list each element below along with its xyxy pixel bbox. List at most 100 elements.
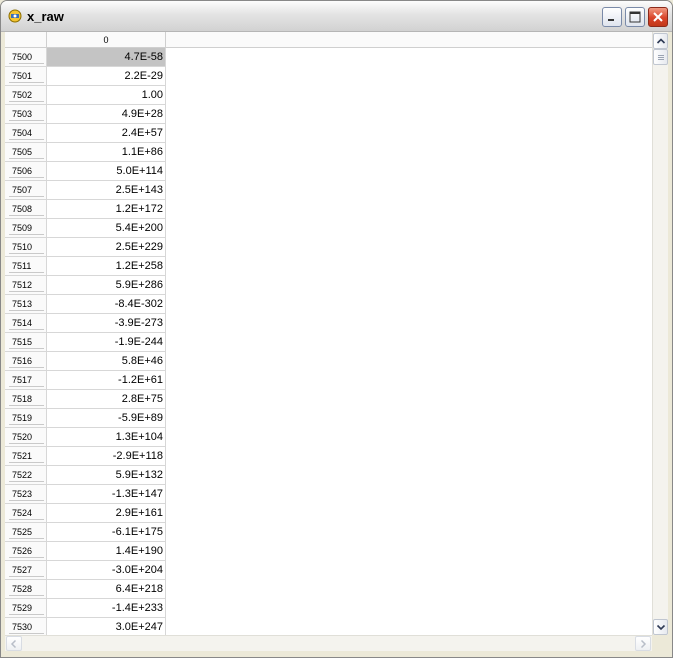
table-row[interactable]: 7505 1.1E+86 (5, 143, 166, 162)
grid-cell[interactable]: 5.9E+132 (47, 466, 166, 485)
grid-cell[interactable]: 5.0E+114 (47, 162, 166, 181)
row-header[interactable]: 7510 (5, 238, 47, 257)
row-header[interactable]: 7525 (5, 523, 47, 542)
row-header[interactable]: 7513 (5, 295, 47, 314)
table-row[interactable]: 7515 -1.9E-244 (5, 333, 166, 352)
data-grid[interactable]: 0 7500 4.7E-58 7501 2.2E-29 7502 1.00 7503 4.9E… (5, 32, 652, 635)
scroll-down-button[interactable] (653, 619, 668, 635)
maximize-button[interactable] (625, 7, 645, 27)
minimize-button[interactable] (602, 7, 622, 27)
grid-cell[interactable]: -6.1E+175 (47, 523, 166, 542)
grid-cell[interactable]: 1.3E+104 (47, 428, 166, 447)
grid-cell[interactable]: 1.2E+258 (47, 257, 166, 276)
table-row[interactable]: 7529 -1.4E+233 (5, 599, 166, 618)
row-header[interactable]: 7503 (5, 105, 47, 124)
table-row[interactable]: 7510 2.5E+229 (5, 238, 166, 257)
row-header[interactable]: 7522 (5, 466, 47, 485)
row-header[interactable]: 7500 (5, 48, 47, 67)
table-row[interactable]: 7508 1.2E+172 (5, 200, 166, 219)
grid-cell[interactable]: 2.4E+57 (47, 124, 166, 143)
grid-cell[interactable]: 2.5E+143 (47, 181, 166, 200)
row-header[interactable]: 7526 (5, 542, 47, 561)
table-row[interactable]: 7528 6.4E+218 (5, 580, 166, 599)
grid-cell[interactable]: 1.1E+86 (47, 143, 166, 162)
grid-cell[interactable]: -1.2E+61 (47, 371, 166, 390)
grid-cell[interactable]: 3.0E+247 (47, 618, 166, 635)
table-row[interactable]: 7509 5.4E+200 (5, 219, 166, 238)
close-button[interactable] (648, 7, 668, 27)
row-header[interactable]: 7509 (5, 219, 47, 238)
grid-cell[interactable]: 4.7E-58 (47, 48, 166, 67)
grid-cell[interactable]: 1.4E+190 (47, 542, 166, 561)
row-header[interactable]: 7527 (5, 561, 47, 580)
row-header[interactable]: 7515 (5, 333, 47, 352)
table-row[interactable]: 7507 2.5E+143 (5, 181, 166, 200)
table-row[interactable]: 7518 2.8E+75 (5, 390, 166, 409)
scroll-up-button[interactable] (653, 33, 668, 49)
row-header[interactable]: 7501 (5, 67, 47, 86)
row-header[interactable]: 7524 (5, 504, 47, 523)
table-row[interactable]: 7512 5.9E+286 (5, 276, 166, 295)
row-header[interactable]: 7514 (5, 314, 47, 333)
grid-cell[interactable]: -3.9E-273 (47, 314, 166, 333)
table-row[interactable]: 7511 1.2E+258 (5, 257, 166, 276)
grid-cell[interactable]: -8.4E-302 (47, 295, 166, 314)
row-header[interactable]: 7519 (5, 409, 47, 428)
grid-cell[interactable]: 5.9E+286 (47, 276, 166, 295)
grid-cell[interactable]: -2.9E+118 (47, 447, 166, 466)
row-header[interactable]: 7520 (5, 428, 47, 447)
table-row[interactable]: 7513 -8.4E-302 (5, 295, 166, 314)
table-row[interactable]: 7526 1.4E+190 (5, 542, 166, 561)
table-row[interactable]: 7525 -6.1E+175 (5, 523, 166, 542)
table-row[interactable]: 7520 1.3E+104 (5, 428, 166, 447)
table-row[interactable]: 7522 5.9E+132 (5, 466, 166, 485)
row-header[interactable]: 7521 (5, 447, 47, 466)
table-row[interactable]: 7524 2.9E+161 (5, 504, 166, 523)
row-header[interactable]: 7511 (5, 257, 47, 276)
column-header-0[interactable]: 0 (47, 32, 166, 48)
title-bar[interactable]: x_raw (1, 1, 672, 32)
row-header[interactable]: 7528 (5, 580, 47, 599)
grid-cell[interactable]: 5.4E+200 (47, 219, 166, 238)
scroll-left-button[interactable] (6, 636, 22, 651)
row-header[interactable]: 7517 (5, 371, 47, 390)
table-row[interactable]: 7503 4.9E+28 (5, 105, 166, 124)
table-row[interactable]: 7502 1.00 (5, 86, 166, 105)
row-header[interactable]: 7506 (5, 162, 47, 181)
grid-cell[interactable]: 2.9E+161 (47, 504, 166, 523)
table-row[interactable]: 7500 4.7E-58 (5, 48, 166, 67)
grid-cell[interactable]: 2.5E+229 (47, 238, 166, 257)
row-header[interactable]: 7507 (5, 181, 47, 200)
table-row[interactable]: 7530 3.0E+247 (5, 618, 166, 635)
table-row[interactable]: 7516 5.8E+46 (5, 352, 166, 371)
table-row[interactable]: 7501 2.2E-29 (5, 67, 166, 86)
table-row[interactable]: 7506 5.0E+114 (5, 162, 166, 181)
grid-cell[interactable]: -1.4E+233 (47, 599, 166, 618)
table-row[interactable]: 7521 -2.9E+118 (5, 447, 166, 466)
row-header[interactable]: 7512 (5, 276, 47, 295)
row-header[interactable]: 7504 (5, 124, 47, 143)
grid-corner-header[interactable] (5, 32, 47, 48)
grid-cell[interactable]: -5.9E+89 (47, 409, 166, 428)
table-row[interactable]: 7527 -3.0E+204 (5, 561, 166, 580)
row-header[interactable]: 7523 (5, 485, 47, 504)
table-row[interactable]: 7517 -1.2E+61 (5, 371, 166, 390)
grid-cell[interactable]: 2.2E-29 (47, 67, 166, 86)
row-header[interactable]: 7530 (5, 618, 47, 635)
grid-cell[interactable]: 6.4E+218 (47, 580, 166, 599)
grid-cell[interactable]: 4.9E+28 (47, 105, 166, 124)
table-row[interactable]: 7523 -1.3E+147 (5, 485, 166, 504)
vertical-scroll-thumb[interactable] (653, 49, 668, 65)
grid-cell[interactable]: -1.9E-244 (47, 333, 166, 352)
table-row[interactable]: 7504 2.4E+57 (5, 124, 166, 143)
row-header[interactable]: 7502 (5, 86, 47, 105)
grid-cell[interactable]: -1.3E+147 (47, 485, 166, 504)
row-header[interactable]: 7518 (5, 390, 47, 409)
vertical-scrollbar[interactable] (652, 32, 668, 635)
horizontal-scrollbar[interactable] (5, 635, 652, 651)
grid-cell[interactable]: -3.0E+204 (47, 561, 166, 580)
row-header[interactable]: 7505 (5, 143, 47, 162)
grid-cell[interactable]: 5.8E+46 (47, 352, 166, 371)
table-row[interactable]: 7519 -5.9E+89 (5, 409, 166, 428)
row-header[interactable]: 7529 (5, 599, 47, 618)
